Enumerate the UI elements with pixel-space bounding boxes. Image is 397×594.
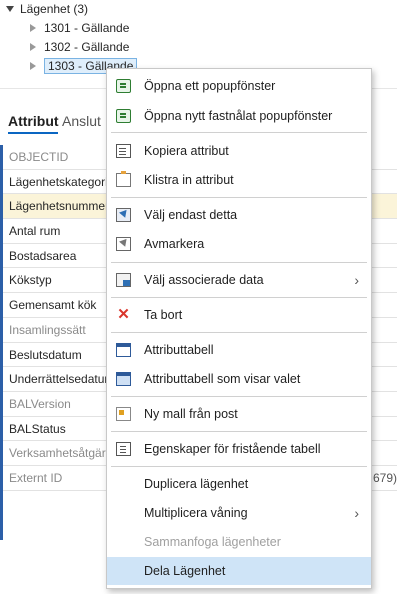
attr-name: BALStatus bbox=[9, 421, 66, 436]
deselect-icon bbox=[116, 237, 131, 251]
collapse-arrow-icon[interactable] bbox=[30, 42, 36, 51]
menu-item-split-apartment[interactable]: Dela Lägenhet bbox=[107, 557, 371, 585]
attr-name: Lägenhetskategori bbox=[9, 174, 108, 189]
context-menu: Öppna ett popupfönster Öppna nytt fastnå… bbox=[106, 68, 372, 589]
select-icon bbox=[116, 208, 131, 222]
attr-name: Kökstyp bbox=[9, 273, 52, 288]
menu-item-label: Sammanfoga lägenheter bbox=[144, 535, 281, 549]
attr-name: Bostadsarea bbox=[9, 248, 77, 263]
menu-item-open-pinned-popup[interactable]: Öppna nytt fastnålat popupfönster bbox=[107, 102, 371, 130]
tree-parent-lagenhet[interactable]: Lägenhet (3) bbox=[6, 0, 88, 19]
tree-item-label: 1302 - Gällande bbox=[44, 40, 130, 54]
menu-item-label: Duplicera lägenhet bbox=[144, 477, 249, 491]
menu-item-label: Ta bort bbox=[144, 308, 183, 322]
expand-arrow-icon[interactable] bbox=[6, 5, 14, 12]
menu-separator bbox=[111, 262, 367, 263]
menu-item-deselect[interactable]: Avmarkera bbox=[107, 230, 371, 258]
menu-item-label: Dela Lägenhet bbox=[144, 564, 226, 578]
menu-item-label: Egenskaper för fristående tabell bbox=[144, 442, 321, 456]
attr-name: Antal rum bbox=[9, 224, 61, 239]
menu-item-paste-attributes[interactable]: Klistra in attribut bbox=[107, 166, 371, 194]
menu-item-select-associated[interactable]: Välj associerade data › bbox=[107, 266, 371, 294]
menu-separator bbox=[111, 332, 367, 333]
menu-item-merge-apartments[interactable]: Sammanfoga lägenheter bbox=[107, 528, 371, 556]
tree-item-label: 1301 - Gällande bbox=[44, 21, 130, 35]
menu-separator bbox=[111, 197, 367, 198]
table-icon bbox=[116, 343, 131, 357]
menu-item-new-template[interactable]: Ny mall från post bbox=[107, 400, 371, 428]
attr-name: Verksamhetsåtgärd bbox=[9, 446, 113, 461]
tree-item-1302[interactable]: 1302 - Gällande bbox=[30, 38, 129, 57]
menu-item-label: Kopiera attribut bbox=[144, 144, 229, 158]
menu-separator bbox=[111, 396, 367, 397]
table-selection-icon bbox=[116, 372, 131, 386]
attr-name: OBJECTID bbox=[9, 150, 69, 164]
attr-name: Beslutsdatum bbox=[9, 347, 82, 362]
copy-icon bbox=[116, 144, 131, 158]
tree-parent-label: Lägenhet (3) bbox=[20, 2, 89, 16]
menu-item-select-only-this[interactable]: Välj endast detta bbox=[107, 201, 371, 229]
attr-value: 679) bbox=[372, 470, 397, 485]
active-tab-indicator bbox=[8, 132, 58, 134]
pinned-popup-icon bbox=[116, 109, 131, 123]
tab-attribut[interactable]: Attribut bbox=[8, 113, 59, 129]
attr-name: Externt ID bbox=[9, 470, 63, 485]
tab-anslut[interactable]: Anslut bbox=[62, 113, 101, 129]
menu-item-label: Attributtabell som visar valet bbox=[144, 372, 301, 386]
properties-icon bbox=[116, 442, 131, 456]
menu-item-multiply-floor[interactable]: Multiplicera våning › bbox=[107, 499, 371, 527]
menu-item-attribute-table-selection[interactable]: Attributtabell som visar valet bbox=[107, 365, 371, 393]
menu-item-copy-attributes[interactable]: Kopiera attribut bbox=[107, 137, 371, 165]
menu-item-label: Attributtabell bbox=[144, 343, 214, 357]
menu-item-label: Öppna ett popupfönster bbox=[144, 79, 276, 93]
menu-item-label: Klistra in attribut bbox=[144, 173, 234, 187]
menu-item-label: Välj endast detta bbox=[144, 208, 238, 222]
popup-icon bbox=[116, 79, 131, 93]
menu-separator bbox=[111, 297, 367, 298]
menu-item-standalone-properties[interactable]: Egenskaper för fristående tabell bbox=[107, 435, 371, 463]
menu-separator bbox=[111, 132, 367, 133]
collapse-arrow-icon[interactable] bbox=[30, 61, 36, 70]
menu-item-label: Öppna nytt fastnålat popupfönster bbox=[144, 109, 333, 123]
template-icon bbox=[116, 407, 131, 421]
menu-item-label: Välj associerade data bbox=[144, 273, 264, 287]
menu-separator bbox=[111, 466, 367, 467]
attr-name: Gemensamt kök bbox=[9, 298, 97, 313]
paste-icon bbox=[116, 171, 131, 187]
menu-item-label: Avmarkera bbox=[144, 237, 205, 251]
attr-name: Insamlingssätt bbox=[9, 322, 86, 337]
menu-separator bbox=[111, 431, 367, 432]
submenu-arrow-icon: › bbox=[354, 272, 359, 288]
attr-name: Lägenhetsnummer bbox=[9, 199, 110, 214]
tree-item-1301[interactable]: 1301 - Gällande bbox=[30, 19, 129, 38]
menu-item-duplicate-apartment[interactable]: Duplicera lägenhet bbox=[107, 470, 371, 498]
menu-item-delete[interactable]: ✕ Ta bort bbox=[107, 301, 371, 329]
menu-item-open-popup[interactable]: Öppna ett popupfönster bbox=[107, 72, 371, 100]
delete-x-icon: ✕ bbox=[117, 306, 130, 323]
attr-name: BALVersion bbox=[9, 396, 71, 411]
menu-item-label: Ny mall från post bbox=[144, 407, 238, 421]
menu-item-label: Multiplicera våning bbox=[144, 506, 248, 520]
attr-name: Underrättelsedatum bbox=[9, 372, 115, 387]
menu-item-attribute-table[interactable]: Attributtabell bbox=[107, 336, 371, 364]
select-associated-icon bbox=[116, 273, 131, 287]
collapse-arrow-icon[interactable] bbox=[30, 23, 36, 32]
submenu-arrow-icon: › bbox=[354, 505, 359, 521]
